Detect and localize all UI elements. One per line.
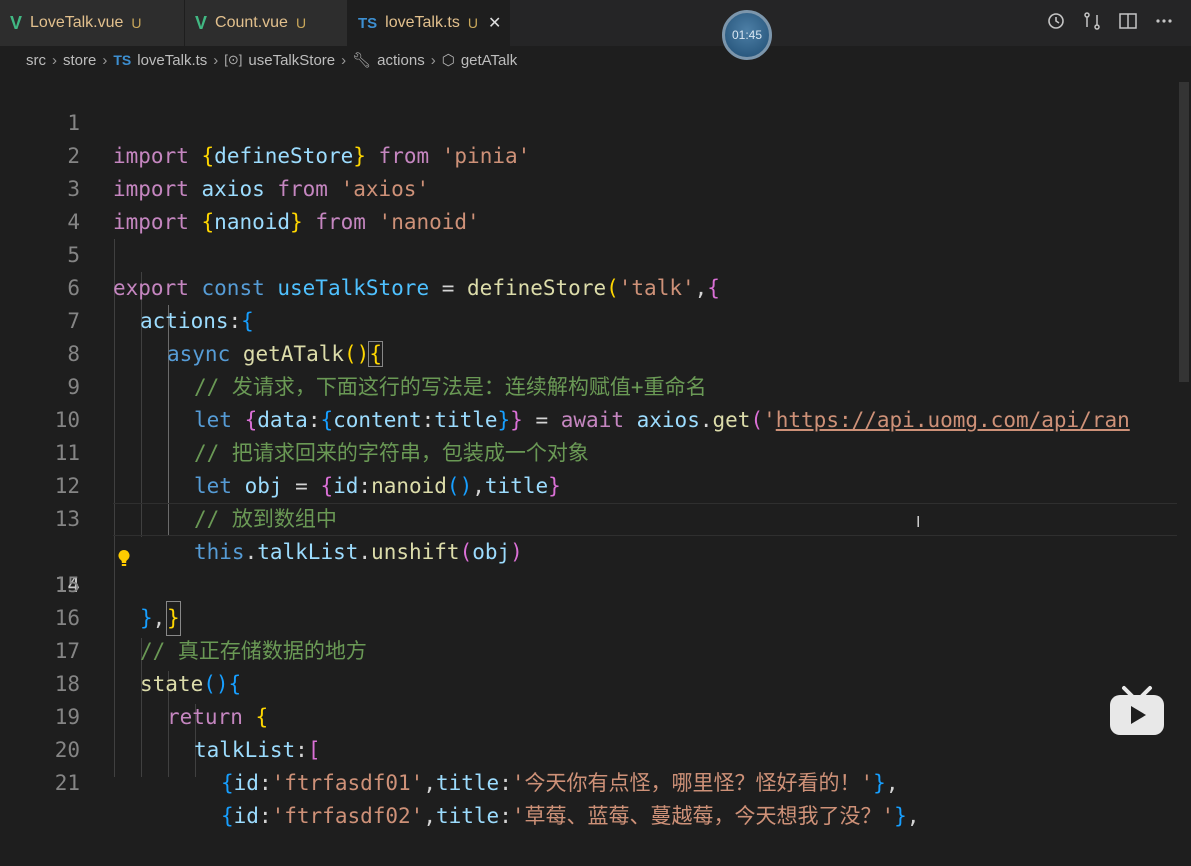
tab-label: LoveTalk.vue xyxy=(30,14,124,31)
editor-toolbar xyxy=(1045,10,1175,32)
code-line: 8 // 发请求，下面这行的写法是：连续解构赋值+重命名 xyxy=(0,305,1191,399)
variable-symbol-icon: [⊙] xyxy=(224,52,243,67)
code-token: id xyxy=(233,804,259,828)
vue-file-icon: V xyxy=(195,12,208,33)
code-line: 9 let {data:{content:title}} = await axi… xyxy=(0,338,1191,432)
breadcrumb-file[interactable]: loveTalk.ts xyxy=(137,52,207,69)
wrench-icon: 🔧︎ xyxy=(352,52,372,69)
code-token: : xyxy=(258,771,272,795)
current-line-highlight xyxy=(113,503,1191,536)
code-token: , xyxy=(885,771,899,795)
code-token: 'ftrfasdf01' xyxy=(271,771,424,795)
compare-changes-icon[interactable] xyxy=(1081,10,1103,32)
code-text: {id:'ftrfasdf02',title:'草莓、蓝莓、蔓越莓，今天想我了没… xyxy=(221,800,919,833)
tab-label: loveTalk.ts xyxy=(385,14,460,31)
code-line: 15 }, xyxy=(0,536,1191,630)
code-line: 2 import axios from 'axios' xyxy=(0,107,1191,201)
code-line: 18 return { xyxy=(0,635,1191,729)
ts-file-icon: TS xyxy=(358,14,378,32)
code-line: 13 this.talkList.unshift(obj) xyxy=(0,470,1191,564)
code-line-current: 14 } xyxy=(0,503,1191,636)
code-token: , xyxy=(423,771,436,795)
chevron-right-icon: › xyxy=(52,51,57,69)
code-line: 10 // 把请求回来的字符串，包装成一个对象 xyxy=(0,371,1191,465)
code-line: 12 // 放到数组中 xyxy=(0,437,1191,531)
code-token: : xyxy=(258,804,272,828)
code-line: 3 import {nanoid} from 'nanoid' xyxy=(0,140,1191,234)
ts-file-icon: TS xyxy=(113,52,132,68)
code-line: 16 // 真正存储数据的地方 xyxy=(0,569,1191,663)
tab-label: Count.vue xyxy=(215,14,288,31)
close-icon[interactable]: ✕ xyxy=(488,13,501,33)
video-timer-badge: 01:45 xyxy=(722,10,772,60)
chevron-right-icon: › xyxy=(430,51,436,69)
breadcrumb-src[interactable]: src xyxy=(26,52,46,69)
split-editor-icon[interactable] xyxy=(1117,10,1139,32)
breadcrumb-store[interactable]: store xyxy=(63,52,96,69)
tab-count-vue[interactable]: V Count.vue U xyxy=(185,0,348,46)
tab-lovetalk-vue[interactable]: V LoveTalk.vue U xyxy=(0,0,185,46)
breadcrumb-symbol-usetalkstore[interactable]: useTalkStore xyxy=(248,52,335,69)
chevron-right-icon: › xyxy=(213,51,219,69)
tab-modified-badge: U xyxy=(295,15,307,31)
code-token: title xyxy=(435,771,500,795)
code-line: 7 async getATalk(){ xyxy=(0,272,1191,367)
tab-modified-badge: U xyxy=(131,15,142,31)
line-number: 21 xyxy=(54,771,80,795)
lightbulb-icon[interactable] xyxy=(116,548,132,570)
tab-bar: V LoveTalk.vue U V Count.vue U TS loveTa… xyxy=(0,0,1191,60)
code-token: 'ftrfasdf02' xyxy=(271,804,424,828)
code-token: '今天你有点怪，哪里怪？怪好看的！' xyxy=(511,771,874,795)
breadcrumb-symbol-actions[interactable]: actions xyxy=(377,52,425,69)
code-token: , xyxy=(906,804,920,828)
code-line: 5 export const useTalkStore = defineStor… xyxy=(0,206,1191,300)
tab-modified-badge: U xyxy=(467,15,478,31)
breadcrumb-symbol-getatalk[interactable]: getATalk xyxy=(461,52,517,69)
more-actions-icon[interactable] xyxy=(1153,10,1175,32)
code-line: 20 {id:'ftrfasdf01',title:'今天你有点怪，哪里怪？怪好… xyxy=(0,701,1191,795)
vue-file-icon: V xyxy=(10,12,23,33)
code-editor[interactable]: 1 import {defineStore} from 'pinia' 2 im… xyxy=(0,74,1191,828)
code-token: { xyxy=(221,771,234,795)
code-line: 11 let obj = {id:nanoid(),title} xyxy=(0,404,1191,498)
history-icon[interactable] xyxy=(1045,10,1067,32)
code-token: title xyxy=(435,804,500,828)
code-line: 19 talkList:[ xyxy=(0,668,1191,762)
code-line: 17 state(){ xyxy=(0,602,1191,696)
code-token: : xyxy=(499,804,512,828)
chevron-right-icon: › xyxy=(341,51,347,69)
code-line: 6 actions:{ xyxy=(0,239,1191,333)
code-token: : xyxy=(499,771,512,795)
code-token: } xyxy=(894,804,907,828)
code-text: {id:'ftrfasdf01',title:'今天你有点怪，哪里怪？怪好看的！… xyxy=(221,767,898,800)
code-line: 21 {id:'ftrfasdf02',title:'草莓、蓝莓、蔓越莓，今天想… xyxy=(0,734,1191,828)
code-line: 4 xyxy=(0,173,1191,234)
chevron-right-icon: › xyxy=(102,51,108,69)
video-player-icon[interactable] xyxy=(1108,684,1166,738)
breadcrumb: src › store › TS loveTalk.ts › [⊙] useTa… xyxy=(26,48,517,72)
code-line: 1 import {defineStore} from 'pinia' xyxy=(0,74,1191,168)
scrollbar-thumb[interactable] xyxy=(1179,82,1189,382)
code-token: '草莓、蓝莓、蔓越莓，今天想我了没？' xyxy=(511,804,895,828)
tab-lovetalk-ts[interactable]: TS loveTalk.ts U ✕ xyxy=(348,0,510,46)
code-token: , xyxy=(423,804,436,828)
code-token: } xyxy=(873,771,886,795)
text-cursor-icon: I xyxy=(916,514,921,531)
code-token: { xyxy=(221,804,234,828)
code-token: id xyxy=(233,771,259,795)
method-cube-icon: ⬡ xyxy=(441,52,455,69)
